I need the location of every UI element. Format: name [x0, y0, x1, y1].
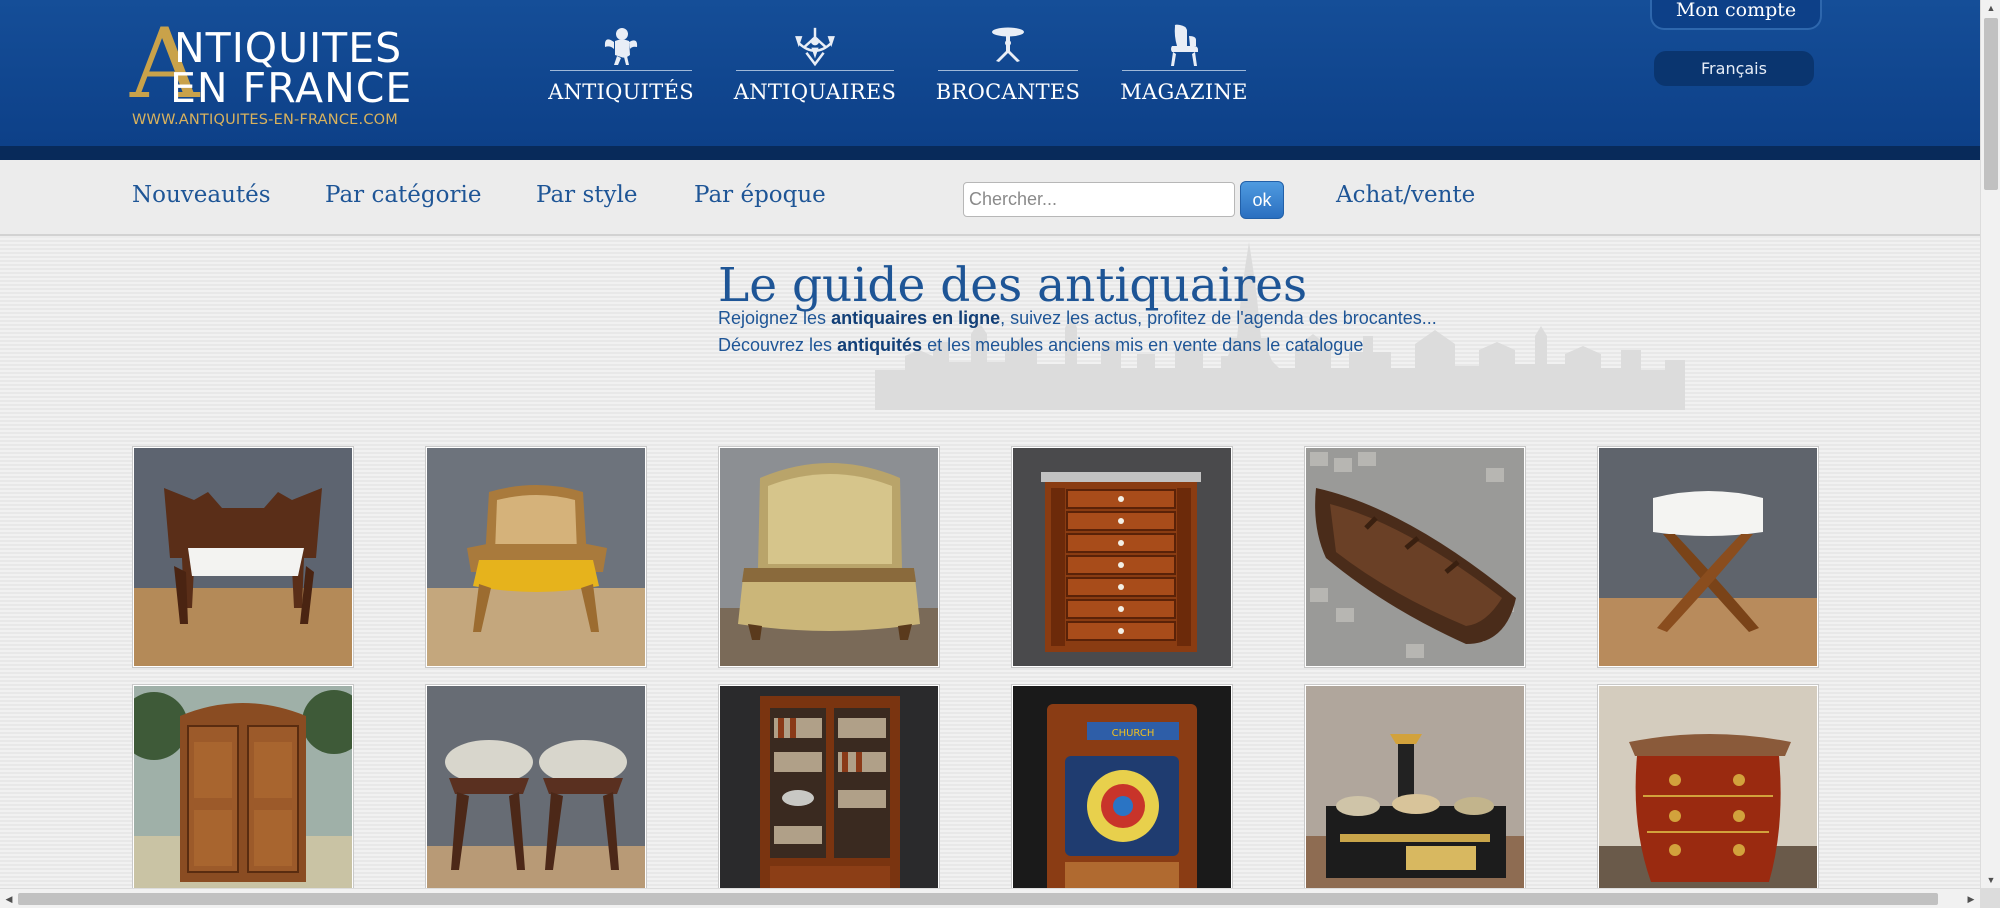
- scroll-up-arrow-icon[interactable]: ▲: [1981, 0, 2000, 16]
- intro-line-1: Rejoignez les antiquaires en ligne, suiv…: [718, 308, 1437, 329]
- nav-divider: [550, 70, 692, 71]
- product-tile-wooden-boat[interactable]: [1304, 446, 1526, 668]
- site-header: A NTIQUITES EN FRANCE WWW.ANTIQUITES-EN-…: [0, 0, 1980, 160]
- intro-text: Découvrez les: [718, 335, 838, 355]
- product-tile-carved-corner-chair[interactable]: [132, 446, 354, 668]
- search-submit-button[interactable]: ok: [1240, 181, 1284, 219]
- my-account-button[interactable]: Mon compte: [1650, 0, 1822, 30]
- scroll-right-arrow-icon[interactable]: ▶: [1962, 889, 1980, 908]
- product-tile-arcade-pinball[interactable]: CHURCH: [1011, 684, 1233, 906]
- product-image: [720, 448, 938, 666]
- main-nav-magazine[interactable]: MAGAZINE: [1120, 24, 1248, 104]
- main-nav-antiquites[interactable]: ANTIQUITÉS: [548, 24, 694, 104]
- product-image: [134, 448, 352, 666]
- language-selector[interactable]: Français: [1654, 51, 1814, 86]
- page-title: Le guide des antiquaires: [718, 258, 1308, 313]
- product-image: [1306, 448, 1524, 666]
- product-image: [1599, 686, 1817, 904]
- subnav-nouveautes[interactable]: Nouveautés: [132, 182, 271, 208]
- product-image: [720, 686, 938, 904]
- nav-divider: [938, 70, 1078, 71]
- nav-divider: [736, 70, 894, 71]
- secondary-nav: Nouveautés Par catégorie Par style Par é…: [0, 160, 1980, 236]
- nav-divider: [1122, 70, 1246, 71]
- chandelier-icon: [793, 24, 837, 68]
- product-tile-glazed-bookcase[interactable]: [718, 684, 940, 906]
- main-nav-label: MAGAZINE: [1120, 80, 1248, 104]
- subnav-par-style[interactable]: Par style: [536, 182, 637, 208]
- subnav-achat-vente[interactable]: Achat/vente: [1336, 182, 1475, 208]
- product-image: [1306, 686, 1524, 904]
- product-tile-cooking-stove[interactable]: [1304, 684, 1526, 906]
- main-nav-label: ANTIQUAIRES: [733, 80, 897, 104]
- logo-line-2: EN FRANCE: [170, 64, 413, 112]
- scrollbar-corner: [1980, 888, 2000, 908]
- scroll-down-arrow-icon[interactable]: ▼: [1981, 872, 2000, 888]
- product-tile-upholstered-bed[interactable]: [718, 446, 940, 668]
- product-tile-marquetry-commode[interactable]: [1597, 684, 1819, 906]
- svg-text:CHURCH: CHURCH: [1112, 728, 1155, 739]
- subnav-par-categorie[interactable]: Par catégorie: [325, 182, 481, 208]
- gueridon-icon: [986, 24, 1030, 68]
- antiquites-link[interactable]: antiquités: [837, 335, 922, 355]
- intro-text: Rejoignez les: [718, 308, 832, 328]
- vertical-scrollbar[interactable]: ▲ ▼: [1980, 0, 2000, 888]
- product-tile-caned-armchair[interactable]: [425, 446, 647, 668]
- product-image: [427, 448, 645, 666]
- product-image: CHURCH: [1013, 686, 1231, 904]
- product-image: [427, 686, 645, 904]
- horizontal-scrollbar[interactable]: ◀ ▶: [0, 888, 1980, 908]
- vertical-scroll-thumb[interactable]: [1984, 18, 1998, 190]
- main-nav-label: ANTIQUITÉS: [548, 80, 694, 104]
- intro-text: , suivez les actus, profitez de l'agenda…: [1000, 308, 1437, 328]
- product-tile-rustic-armoire[interactable]: [132, 684, 354, 906]
- logo-line-1: NTIQUITES: [174, 24, 403, 72]
- intro-line-2: Découvrez les antiquités et les meubles …: [718, 335, 1363, 356]
- main-nav-antiquaires[interactable]: ANTIQUAIRES: [733, 24, 897, 104]
- main-nav-label: BROCANTES: [935, 80, 1081, 104]
- main-nav-brocantes[interactable]: BROCANTES: [935, 24, 1081, 104]
- subnav-par-epoque[interactable]: Par époque: [694, 182, 826, 208]
- product-tile-mahogany-chest[interactable]: [1011, 446, 1233, 668]
- product-image: [1599, 448, 1817, 666]
- product-tile-curule-stool[interactable]: [1597, 446, 1819, 668]
- antiquaires-en-ligne-link[interactable]: antiquaires en ligne: [831, 308, 1000, 328]
- intro-text: et les meubles anciens mis en vente dans…: [922, 335, 1364, 355]
- main-content: Le guide des antiquaires Rejoignez les a…: [0, 238, 1980, 906]
- armchair-icon: [1162, 24, 1206, 68]
- search-input[interactable]: [963, 182, 1235, 217]
- horizontal-scroll-thumb[interactable]: [18, 893, 1938, 905]
- scroll-left-arrow-icon[interactable]: ◀: [0, 889, 18, 908]
- logo-url: WWW.ANTIQUITES-EN-FRANCE.COM: [132, 112, 398, 128]
- cherub-icon: [599, 24, 643, 68]
- product-image: [1013, 448, 1231, 666]
- product-image: [134, 686, 352, 904]
- site-logo[interactable]: A NTIQUITES EN FRANCE WWW.ANTIQUITES-EN-…: [130, 16, 440, 132]
- main-nav: ANTIQUITÉS ANTIQUAIRES BROCANTES MAGAZIN…: [548, 24, 1290, 104]
- product-tile-pair-of-stools[interactable]: [425, 684, 647, 906]
